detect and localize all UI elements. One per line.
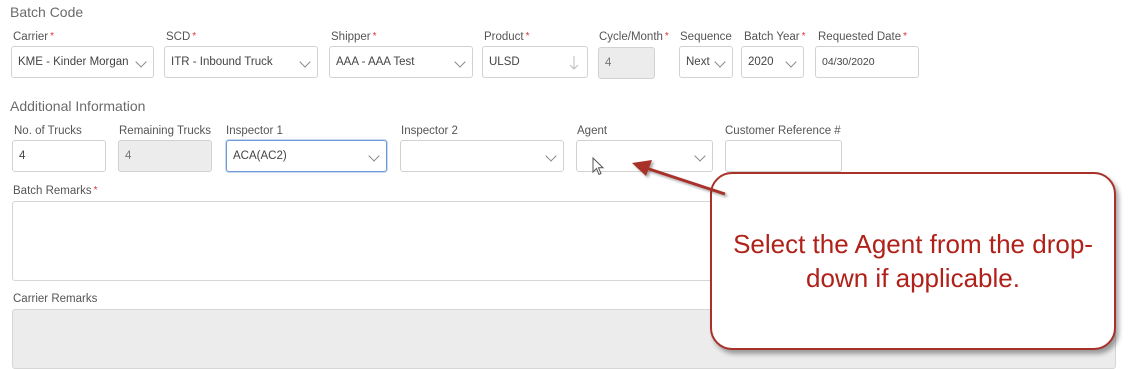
- sequence-label: Sequence: [680, 31, 732, 43]
- customer-reference-label: Customer Reference #: [725, 125, 841, 137]
- chevron-down-icon: [714, 56, 726, 68]
- requested-date-input[interactable]: 04/30/2020: [815, 46, 919, 78]
- scd-label: SCD *: [166, 31, 197, 43]
- batch-code-title: Batch Code: [10, 4, 84, 20]
- batch-year-label: Batch Year *: [744, 31, 806, 43]
- inspector-2-label: Inspector 2: [401, 125, 458, 137]
- chevron-down-icon: [454, 56, 466, 68]
- chevron-down-icon: [299, 56, 311, 68]
- requested-date-value: 04/30/2020: [822, 56, 875, 68]
- chevron-down-icon: [368, 150, 380, 162]
- inspector-1-label: Inspector 1: [226, 125, 283, 137]
- remaining-trucks-value: 4: [125, 150, 132, 162]
- no-of-trucks-label: No. of Trucks: [14, 125, 82, 137]
- cycle-month-value: 4: [605, 57, 612, 69]
- product-select[interactable]: ULSD: [482, 46, 588, 78]
- chevron-down-icon: [545, 150, 557, 162]
- sequence-value: Next: [686, 56, 710, 68]
- cycle-month-field: 4: [598, 47, 655, 79]
- remaining-trucks-label: Remaining Trucks: [119, 125, 212, 137]
- inspector-2-select[interactable]: [400, 140, 564, 172]
- instruction-callout: Select the Agent from the drop-down if a…: [710, 172, 1116, 350]
- carrier-label: Carrier *: [13, 31, 55, 43]
- scd-value: ITR - Inbound Truck: [171, 56, 273, 68]
- callout-text: Select the Agent from the drop-down if a…: [733, 229, 1093, 293]
- carrier-select[interactable]: KME - Kinder Morgan: [11, 46, 154, 78]
- product-label: Product *: [484, 31, 530, 43]
- no-of-trucks-input[interactable]: 4: [12, 140, 106, 172]
- cycle-month-label: Cycle/Month *: [599, 31, 669, 43]
- shipper-select[interactable]: AAA - AAA Test: [329, 46, 473, 78]
- shipper-value: AAA - AAA Test: [336, 56, 415, 68]
- batch-year-value: 2020: [748, 56, 774, 68]
- carrier-remarks-label: Carrier Remarks: [13, 293, 98, 305]
- requested-date-label: Requested Date *: [818, 31, 908, 43]
- scd-select[interactable]: ITR - Inbound Truck: [164, 46, 318, 78]
- sequence-select[interactable]: Next: [679, 46, 733, 78]
- shipper-label: Shipper *: [331, 31, 377, 43]
- additional-info-title: Additional Information: [10, 98, 146, 114]
- no-of-trucks-value: 4: [19, 150, 26, 162]
- agent-label: Agent: [577, 125, 608, 137]
- carrier-value: KME - Kinder Morgan: [18, 56, 129, 68]
- inspector-1-select[interactable]: ACA(AC2): [226, 140, 387, 172]
- customer-reference-input[interactable]: [725, 140, 842, 172]
- mouse-cursor-icon: [592, 157, 605, 176]
- batch-remarks-label: Batch Remarks *: [13, 185, 98, 197]
- inspector-1-value: ACA(AC2): [233, 150, 287, 162]
- callout-arrow: [632, 160, 726, 196]
- sort-arrow-icon: [569, 56, 579, 70]
- product-value: ULSD: [489, 56, 520, 68]
- chevron-down-icon: [785, 56, 797, 68]
- batch-year-select[interactable]: 2020: [741, 46, 804, 78]
- remaining-trucks-field: 4: [118, 140, 212, 172]
- chevron-down-icon: [135, 56, 147, 68]
